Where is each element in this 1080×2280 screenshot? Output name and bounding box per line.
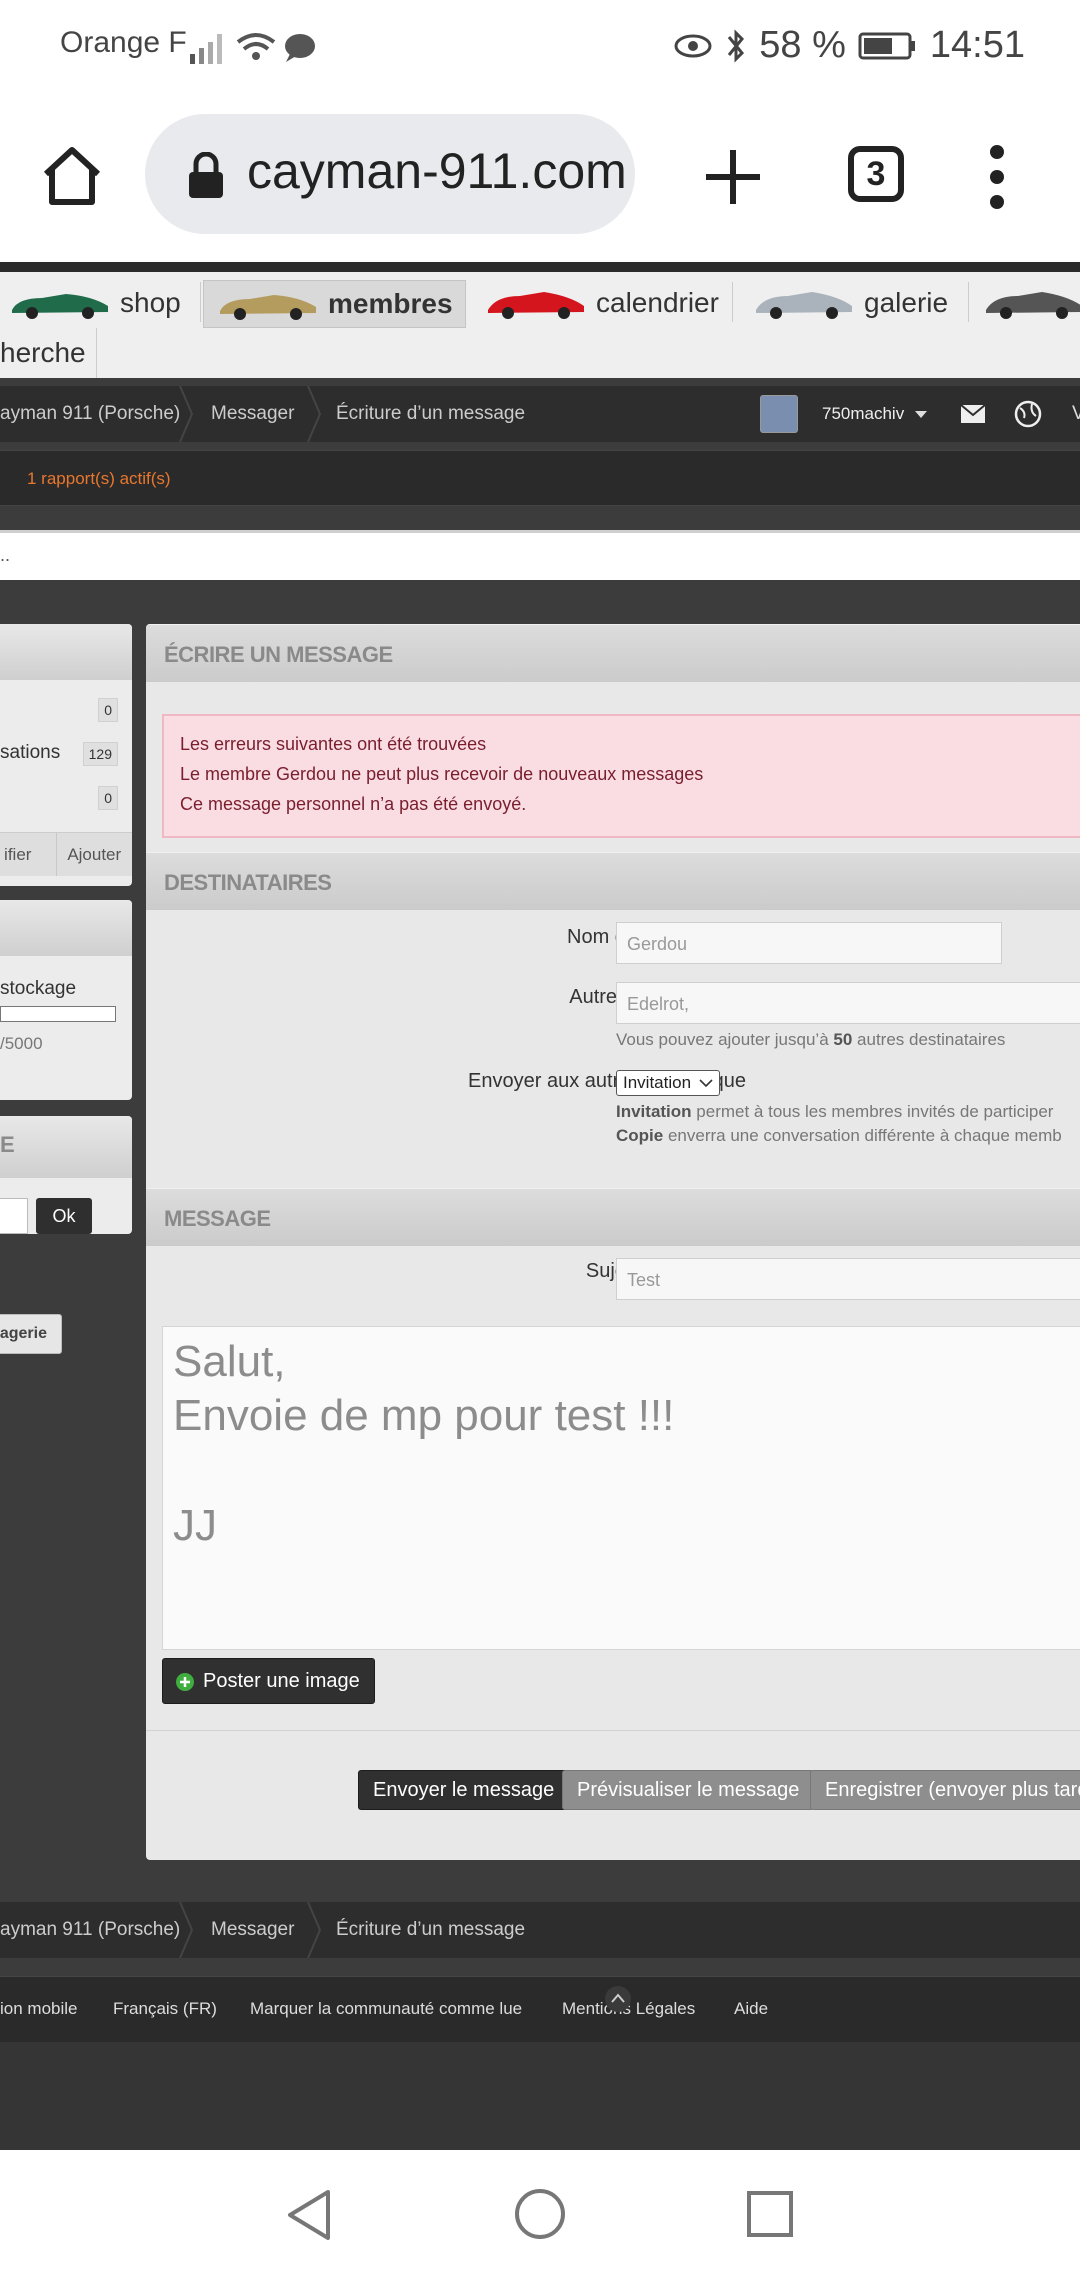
- new-tab-icon[interactable]: [700, 144, 766, 210]
- other-recipients-hint: Vous pouvez ajouter jusqu’à 50 autres de…: [616, 1030, 1006, 1049]
- preview-message-button[interactable]: Prévisualiser le message: [562, 1770, 815, 1810]
- status-bar: Orange F 58 % 14:51: [0, 0, 1080, 92]
- message-editor[interactable]: Salut, Envoie de mp pour test !!! JJ: [162, 1326, 1080, 1650]
- overflow-menu-icon[interactable]: [985, 142, 1009, 212]
- battery-percent: 58 %: [759, 24, 846, 66]
- section-header-recipients: DESTINATAIRES: [146, 852, 1080, 910]
- recents-icon[interactable]: [746, 2190, 794, 2238]
- modify-button[interactable]: ifier: [0, 833, 56, 876]
- back-icon[interactable]: [284, 2188, 334, 2242]
- home-circle-icon[interactable]: [514, 2188, 566, 2240]
- storage-value: /5000: [0, 1034, 43, 1053]
- breadcrumb-separator-icon: [179, 1902, 194, 1958]
- nav-item-more[interactable]: [982, 278, 1080, 328]
- tab-switcher-button[interactable]: 3: [848, 146, 904, 202]
- sidebar-storage: stockage /5000: [0, 900, 132, 1100]
- avatar[interactable]: [760, 395, 798, 433]
- other-recipients-input[interactable]: Edelrot,: [616, 982, 1080, 1024]
- sidebar-search: E Ok: [0, 1116, 132, 1234]
- error-line: Le membre Gerdou ne peut plus recevoir d…: [180, 764, 704, 784]
- section-header-message: MESSAGE: [146, 1188, 1080, 1246]
- breadcrumb-home[interactable]: ayman 911 (Porsche): [0, 1902, 180, 1958]
- compose-panel: ÉCRIRE UN MESSAGE Les erreurs suivantes …: [146, 624, 1080, 1860]
- top-border: [0, 262, 1080, 272]
- breadcrumb-separator-icon: [307, 1902, 322, 1958]
- main-nav: shop membres calendrier galerie herche: [0, 272, 1080, 378]
- footer-link-mobile[interactable]: ion mobile: [0, 1999, 78, 2019]
- search-strip[interactable]: ..: [0, 530, 1080, 580]
- nav-item-calendrier[interactable]: calendrier: [484, 278, 719, 328]
- nav-item-recherche[interactable]: herche: [0, 328, 97, 378]
- breadcrumb-messager[interactable]: Messager: [211, 1902, 294, 1958]
- storage-label: stockage: [0, 978, 77, 999]
- signal-wifi-icon: [190, 33, 315, 64]
- invitation-hint: Invitation permet à tous les membres inv…: [616, 1102, 1054, 1121]
- error-title: Les erreurs suivantes ont été trouvées: [180, 734, 487, 754]
- car-green-icon: [12, 294, 108, 319]
- battery-icon: [858, 32, 915, 59]
- url-text: cayman-911.com: [247, 143, 627, 199]
- carrier-name: Orange F: [60, 26, 187, 59]
- breadcrumb-home[interactable]: ayman 911 (Porsche): [0, 386, 180, 442]
- breadcrumb: ayman 911 (Porsche) Messager Écriture d’…: [0, 386, 1080, 442]
- car-silver-icon: [756, 292, 852, 319]
- sidebar-row[interactable]: 0: [0, 776, 132, 820]
- active-reports-link[interactable]: 1 rapport(s) actif(s): [27, 469, 171, 489]
- footer-link-help[interactable]: Aide: [734, 1999, 768, 2019]
- copy-hint: Copie enverra une conversation différent…: [616, 1126, 1062, 1145]
- breadcrumb-bottom: ayman 911 (Porsche) Messager Écriture d’…: [0, 1902, 1080, 1958]
- breadcrumb-messager[interactable]: Messager: [211, 386, 294, 442]
- eye-icon: [674, 34, 712, 57]
- sidebar-row[interactable]: 0: [0, 688, 132, 732]
- footer-link-mark-read[interactable]: Marquer la communauté comme lue: [250, 1999, 522, 2019]
- messagerie-button[interactable]: agerie: [0, 1314, 62, 1354]
- post-image-button[interactable]: Poster une image: [162, 1658, 375, 1704]
- ok-button[interactable]: Ok: [36, 1198, 92, 1234]
- subject-input[interactable]: Test: [616, 1258, 1080, 1300]
- sidebar-search-input[interactable]: [0, 1198, 28, 1234]
- sidebar-conversations: 0 sations 129 0 ifier Ajouter: [0, 624, 132, 886]
- car-gold-icon: [220, 295, 316, 320]
- nav-item-shop[interactable]: shop: [8, 278, 181, 328]
- chevron-down-icon[interactable]: [914, 410, 928, 420]
- scroll-top-icon[interactable]: [604, 1985, 632, 2013]
- address-bar[interactable]: cayman-911.com: [145, 114, 635, 234]
- lock-icon: [189, 152, 223, 198]
- footer-link-language[interactable]: Français (FR): [113, 1999, 217, 2019]
- error-line: Ce message personnel n’a pas été envoyé.: [180, 794, 527, 814]
- save-draft-button[interactable]: Enregistrer (envoyer plus tard): [810, 1770, 1080, 1810]
- breadcrumb-current: Écriture d’un message: [336, 403, 526, 424]
- error-box: Les erreurs suivantes ont été trouvées L…: [162, 714, 1080, 838]
- browser-toolbar: cayman-911.com 3: [0, 92, 1080, 262]
- add-button[interactable]: Ajouter: [55, 833, 133, 876]
- section-header-write: ÉCRIRE UN MESSAGE: [146, 624, 1080, 682]
- home-icon[interactable]: [40, 144, 104, 208]
- breadcrumb-separator-icon: [179, 386, 194, 442]
- nav-item-membres[interactable]: membres: [203, 280, 466, 328]
- web-page: shop membres calendrier galerie herche a…: [0, 262, 1080, 2150]
- car-red-icon: [488, 292, 584, 319]
- bluetooth-icon: [728, 28, 745, 63]
- active-reports-bar: 1 rapport(s) actif(s): [0, 450, 1080, 506]
- username[interactable]: 750machiv: [822, 386, 904, 442]
- nav-item-galerie[interactable]: galerie: [752, 278, 948, 328]
- system-navigation-bar: [0, 2150, 1080, 2280]
- car-grey-icon: [986, 292, 1080, 319]
- sidebar-row-conversations[interactable]: sations 129: [0, 732, 132, 776]
- send-as-select[interactable]: Invitation: [616, 1070, 721, 1096]
- mail-icon[interactable]: [960, 404, 986, 424]
- footer: ion mobile Français (FR) Marquer la comm…: [0, 1976, 1080, 2042]
- breadcrumb-current: Écriture d’un message: [336, 1919, 526, 1940]
- breadcrumb-separator-icon: [307, 386, 322, 442]
- plus-circle-icon: [176, 1673, 194, 1691]
- storage-progress-bar: [0, 1006, 116, 1022]
- status-right: 58 % 14:51: [673, 24, 1025, 67]
- footer-bottom: [0, 2042, 1080, 2150]
- send-message-button[interactable]: Envoyer le message: [358, 1770, 570, 1810]
- recipient-input[interactable]: Gerdou: [616, 922, 1002, 964]
- globe-icon[interactable]: [1014, 400, 1042, 428]
- chevron-down-icon: [699, 1078, 713, 1087]
- clock: 14:51: [929, 24, 1025, 66]
- user-menu-truncated[interactable]: V: [1072, 386, 1080, 442]
